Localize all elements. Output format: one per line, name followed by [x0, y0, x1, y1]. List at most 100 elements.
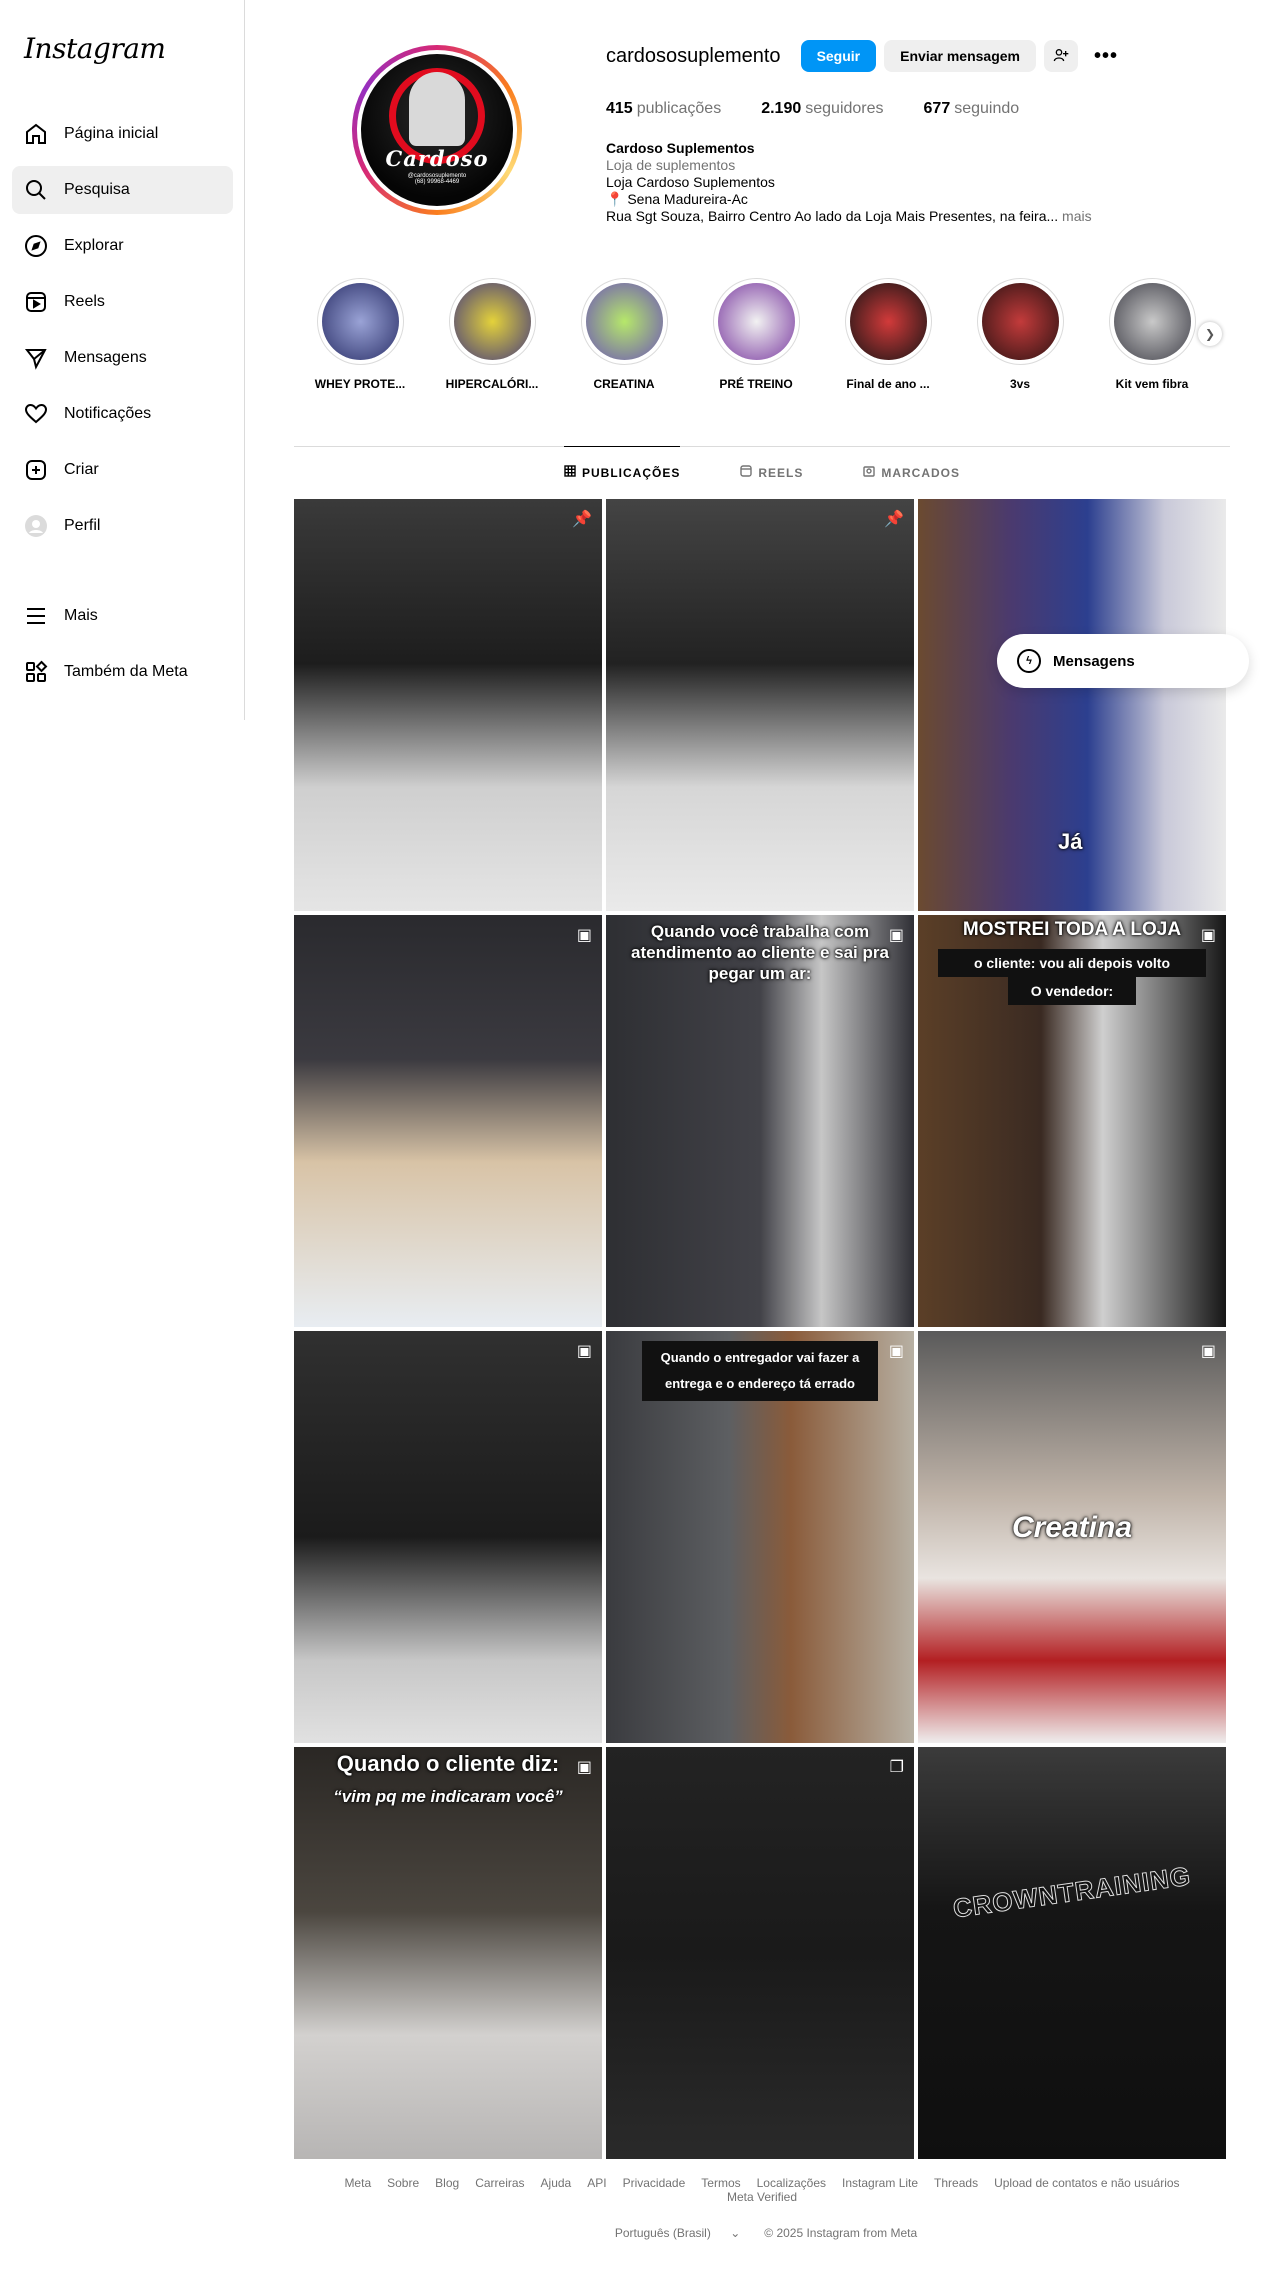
highlight-item[interactable]: Final de ano ... — [822, 278, 954, 391]
post-tile[interactable]: ▣ Quando o entregador vai fazer a entreg… — [606, 1331, 914, 1743]
post-tile[interactable]: Já — [918, 499, 1226, 911]
posts-label: publicações — [636, 100, 722, 117]
highlight-cover-frame — [316, 278, 404, 365]
bio-line-3: Rua Sgt Souza, Bairro Centro Ao lado da … — [606, 208, 1059, 224]
footer-link[interactable]: Sobre — [387, 2176, 419, 2190]
post-tile[interactable]: ▣ MOSTREI TODA A LOJA o cliente: vou ali… — [918, 915, 1226, 1327]
pin-icon: 📌 — [572, 511, 592, 528]
post-tile[interactable]: 📌 — [606, 499, 914, 911]
post-tile[interactable]: ▣ Quando você trabalha com atendimento a… — [606, 915, 914, 1327]
sidebar-item-explore[interactable]: Explorar — [12, 222, 233, 270]
following-stat[interactable]: 677 seguindo — [924, 100, 1020, 118]
sidebar-item-reels[interactable]: Reels — [12, 278, 233, 326]
post-tile[interactable]: 📌 — [294, 499, 602, 911]
profile-username: cardososuplemento — [606, 44, 781, 67]
post-caption: Já — [1058, 829, 1083, 854]
footer-link[interactable]: Privacidade — [623, 2176, 686, 2190]
plus-square-icon — [24, 458, 48, 482]
highlight-cover-frame — [844, 278, 932, 365]
tab-posts[interactable]: PUBLICAÇÕES — [563, 446, 681, 498]
highlight-cover-frame — [712, 278, 800, 365]
bio-line-1: Loja Cardoso Suplementos — [606, 174, 775, 190]
messages-floating-button[interactable]: ϟ Mensagens — [997, 634, 1249, 688]
post-tile[interactable]: ▣ — [294, 1331, 602, 1743]
bio-line-2: 📍 Sena Madureira-Ac — [606, 191, 748, 207]
sidebar: Instagram Página inicial Pesquisa Explor… — [0, 0, 245, 720]
post-tile[interactable]: ❐ — [606, 1747, 914, 2159]
chevron-down-icon: ⌄ — [730, 2226, 741, 2240]
send-message-button[interactable]: Enviar mensagem — [884, 40, 1036, 72]
sidebar-bottom: Mais Também da Meta — [12, 592, 233, 704]
avatar-brand-text: Cardoso — [385, 145, 489, 171]
post-tile[interactable]: ▣ Quando o cliente diz: “vim pq me indic… — [294, 1747, 602, 2159]
sidebar-item-more[interactable]: Mais — [12, 592, 233, 640]
highlight-item[interactable]: WHEY PROTE... — [294, 278, 426, 391]
follow-button[interactable]: Seguir — [800, 40, 877, 72]
sidebar-item-label: Explorar — [64, 237, 124, 254]
bio-more-link[interactable]: mais — [1062, 208, 1092, 224]
sidebar-item-meta[interactable]: Também da Meta — [12, 648, 233, 696]
footer-link[interactable]: Meta — [344, 2176, 371, 2190]
sidebar-item-search[interactable]: Pesquisa — [12, 166, 233, 214]
reels-icon — [740, 465, 753, 480]
footer-link[interactable]: Carreiras — [475, 2176, 524, 2190]
reel-icon: ▣ — [576, 1343, 592, 1360]
messages-pill-label: Mensagens — [1053, 652, 1135, 670]
footer-link[interactable]: Localizações — [757, 2176, 826, 2190]
highlight-cover — [1113, 283, 1191, 360]
reels-icon — [24, 290, 48, 314]
highlight-label: CREATINA — [593, 377, 655, 391]
sidebar-item-notifications[interactable]: Notificações — [12, 390, 233, 438]
highlights-next-button[interactable]: ❯ — [1198, 322, 1222, 346]
footer-link[interactable]: Termos — [701, 2176, 740, 2190]
suggest-user-button[interactable] — [1043, 40, 1078, 72]
sidebar-item-label: Mensagens — [64, 349, 147, 366]
username-row: cardososuplemento Seguir Enviar mensagem… — [606, 40, 1118, 72]
sidebar-item-profile[interactable]: Perfil — [12, 502, 233, 550]
footer-link[interactable]: Blog — [435, 2176, 459, 2190]
post-tile[interactable]: ▣ Creatina — [918, 1331, 1226, 1743]
footer-link[interactable]: API — [587, 2176, 606, 2190]
footer-bottom: Português (Brasil) ⌄ © 2025 Instagram fr… — [294, 2226, 1230, 2240]
direct-icon — [24, 346, 48, 370]
footer-link[interactable]: Meta Verified — [727, 2190, 797, 2204]
post-tile[interactable]: ▣ — [294, 915, 602, 1327]
footer-link[interactable]: Ajuda — [541, 2176, 572, 2190]
highlight-cover — [981, 283, 1059, 360]
tab-tagged[interactable]: MARCADOS — [863, 446, 960, 498]
profile-avatar[interactable]: Cardoso @cardososuplemento (68) 99968-44… — [352, 45, 522, 215]
footer-link[interactable]: Upload de contatos e não usuários — [994, 2176, 1179, 2190]
posts-grid: 📌 📌 Já ▣ ▣ Quando você trabalha com aten… — [294, 499, 1226, 2159]
more-options-icon[interactable]: ••• — [1094, 45, 1118, 68]
posts-stat: 415 publicações — [606, 100, 721, 118]
highlight-item[interactable]: CREATINA — [558, 278, 690, 391]
avatar-logo-figure — [409, 72, 465, 146]
profile-tabs: PUBLICAÇÕES REELS MARCADOS — [294, 446, 1230, 498]
language-select[interactable]: Português (Brasil) ⌄ — [607, 2226, 748, 2240]
highlight-label: 3vs — [1009, 377, 1031, 391]
pin-icon: 📌 — [884, 511, 904, 528]
sidebar-item-messages[interactable]: Mensagens — [12, 334, 233, 382]
bio-category: Loja de suplementos — [606, 157, 736, 173]
reel-icon: ▣ — [1200, 1343, 1216, 1360]
post-overlay-title: MOSTREI TODA A LOJA — [962, 919, 1182, 940]
tab-label: MARCADOS — [881, 465, 961, 480]
avatar-inner: Cardoso @cardososuplemento (68) 99968-44… — [357, 50, 517, 210]
highlight-item[interactable]: 3vs — [954, 278, 1086, 391]
highlight-item[interactable]: HIPERCALÓRI... — [426, 278, 558, 391]
tab-reels[interactable]: REELS — [740, 446, 803, 498]
highlight-item[interactable]: PRÉ TREINO — [690, 278, 822, 391]
followers-stat[interactable]: 2.190 seguidores — [761, 100, 883, 118]
followers-count: 2.190 — [761, 100, 802, 117]
highlight-cover-frame — [1108, 278, 1196, 365]
footer-link[interactable]: Threads — [934, 2176, 978, 2190]
instagram-logo[interactable]: Instagram — [24, 32, 166, 65]
sidebar-item-create[interactable]: Criar — [12, 446, 233, 494]
post-tile[interactable]: CROWNTRAINING — [918, 1747, 1226, 2159]
footer-link[interactable]: Instagram Lite — [842, 2176, 918, 2190]
sidebar-item-home[interactable]: Página inicial — [12, 110, 233, 158]
post-overlay-line: O vendedor: — [1008, 977, 1136, 1005]
highlight-label: Final de ano ... — [846, 377, 930, 391]
highlight-cover-frame — [448, 278, 536, 365]
profile-stats: 415 publicações 2.190 seguidores 677 seguin… — [606, 100, 1059, 118]
